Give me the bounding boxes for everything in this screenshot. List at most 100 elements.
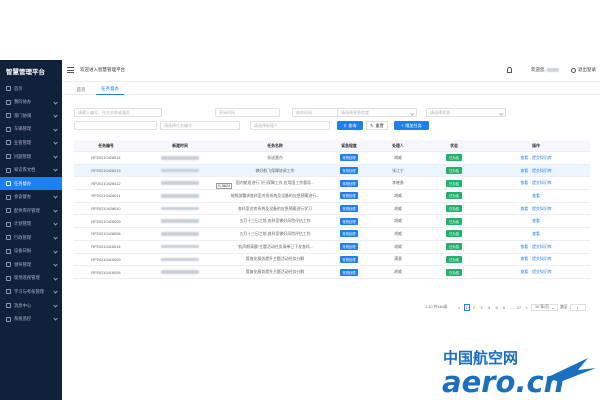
submit-knowledge-link[interactable]: 提交知识库 xyxy=(532,206,551,212)
cell-task-code: RP20210428011 xyxy=(91,193,121,199)
menu-item-icon xyxy=(6,248,11,254)
redacted-date xyxy=(161,168,199,173)
table-row[interactable]: RP20210416009 管复化服务提升主题活动任务分解 常规处理 满意 已办结 查看提… xyxy=(74,254,590,267)
sidebar-item-label: 问题管理 xyxy=(14,153,32,159)
menu-toggle-icon[interactable] xyxy=(67,67,74,73)
urgency-select[interactable]: 请选择紧急程度 xyxy=(337,108,417,117)
view-link[interactable]: 查看 xyxy=(520,256,528,262)
svg-text:aero.cn: aero.cn xyxy=(442,365,564,399)
submit-knowledge-link[interactable]: 提交知识库 xyxy=(532,269,551,275)
search-icon: ⚲ xyxy=(343,123,347,128)
table-row[interactable]: RP20210416008 管复化服务提升主题活动任务分解 常规处理 胡威 已办结 查看提… xyxy=(74,266,590,279)
sidebar-item[interactable]: 知识库文档 xyxy=(0,163,62,177)
table-row[interactable]: RP20210428013 做好航飞保障协调工作 常规处理 张江宁 已办结 查看 提交知识库 xyxy=(74,164,590,178)
bell-icon[interactable] xyxy=(507,67,512,73)
page-number[interactable]: 6 xyxy=(501,304,507,311)
task-code-select[interactable]: 请选择任务编号 xyxy=(160,121,240,130)
cell-created-time xyxy=(138,165,222,177)
reset-button[interactable]: ↻ 重置 xyxy=(366,121,388,130)
sidebar-item-label: 部门协调 xyxy=(14,112,32,118)
page-number[interactable]: 3 xyxy=(479,304,485,311)
sidebar-item[interactable]: 设备日报 xyxy=(0,245,62,259)
table-row[interactable]: RP20210428011 按照部署求各科室对各系统及设备的应急预案进行... 常规… xyxy=(74,190,590,203)
start-time-picker[interactable]: 开始时间 xyxy=(215,108,280,117)
sidebar-item[interactable]: 领导管理 xyxy=(0,258,62,272)
cell-task-code: RP20210428013 xyxy=(91,168,121,174)
prev-page-button[interactable]: < xyxy=(456,304,462,311)
menu-item-icon xyxy=(6,262,11,268)
menu-item-icon xyxy=(6,140,11,146)
status-badge: 已办结 xyxy=(446,192,462,200)
table-row[interactable]: RP20210428009 五月十三日之前,各科室做好风险评估工作 常规处理 胡威 已办… xyxy=(74,215,590,229)
goto-page-input[interactable]: 1 xyxy=(569,304,586,311)
handler-placeholder: 请选择处理人 xyxy=(254,122,278,128)
tab-home[interactable]: 首页 xyxy=(71,84,91,95)
cell-status: 已办结 xyxy=(426,266,482,278)
view-link[interactable]: 查看 xyxy=(532,193,540,199)
cell-created-time xyxy=(138,190,222,202)
page-size-select[interactable]: 10 条/页 ⌄ xyxy=(531,304,559,311)
sidebar-item[interactable]: 消息中心 xyxy=(0,299,62,313)
page-number[interactable]: 1 xyxy=(463,304,470,311)
field-blank[interactable] xyxy=(74,121,157,130)
view-link[interactable]: 查看 xyxy=(520,180,528,186)
table-row[interactable]: RP20210416014 "机声朗清晨"主题活动任务清单已下发各科... 常规处理… xyxy=(74,241,590,254)
page-number[interactable]: 2 xyxy=(471,304,477,311)
page-number[interactable]: 5 xyxy=(494,304,500,311)
table-row[interactable]: RP20210428008 五月十三日之前,各科室做好风险评估工作 常规处理 胡威 已办… xyxy=(74,228,590,241)
sidebar-item[interactable]: 行政管理 xyxy=(0,231,62,245)
submit-knowledge-link[interactable]: 提交知识库 xyxy=(532,155,551,161)
submit-knowledge-link[interactable]: 提交知识库 xyxy=(532,168,551,174)
sidebar-item[interactable]: 学习与考核管理 xyxy=(0,285,62,299)
status-badge: 已办结 xyxy=(446,179,462,187)
cell-urgency: 常规处理 xyxy=(328,266,370,278)
add-task-button[interactable]: + 增加任务 xyxy=(394,121,429,130)
view-link[interactable]: 查看 xyxy=(520,168,528,174)
view-link[interactable]: 查看 xyxy=(520,244,528,250)
sidebar-item[interactable]: 会议督办 xyxy=(0,190,62,204)
tab-bar: 首页 任务督办 xyxy=(62,82,600,95)
next-page-button[interactable]: > xyxy=(524,304,530,311)
submit-knowledge-link[interactable]: 提交知识库 xyxy=(532,256,551,262)
page-number[interactable]: ... xyxy=(509,304,515,311)
view-link[interactable]: 查看 xyxy=(520,155,528,161)
submit-knowledge-link[interactable]: 提交知识库 xyxy=(532,180,551,186)
sidebar-item[interactable]: 任务督办 xyxy=(0,176,62,191)
sidebar-item[interactable]: 问题管理 xyxy=(0,150,62,164)
sidebar-item[interactable]: 配件库存管理 xyxy=(0,204,62,218)
table-row[interactable]: RP20210428014 伴送督办 常规处理 胡威 已办结 查看 提交知识库 xyxy=(74,152,590,165)
page-number[interactable]: 4 xyxy=(486,304,492,311)
keyword-input[interactable]: 请输入编号、任务名称或督办 xyxy=(74,108,162,117)
sidebar-item[interactable]: 系统监控 xyxy=(0,312,62,326)
table-row[interactable]: RP20210428012 国内航班进行飞行保障工作,应用国工作督导... 常规处理… xyxy=(74,177,590,191)
reset-button-label: 重置 xyxy=(375,122,384,128)
end-time-picker[interactable]: 结束时间 xyxy=(292,108,338,117)
page-number[interactable]: 17 xyxy=(516,304,522,311)
sidebar-item[interactable]: 车辆管理 xyxy=(0,123,62,137)
sidebar-item[interactable]: 计划管理 xyxy=(0,217,62,231)
status-select[interactable]: 请选择状态 xyxy=(426,108,506,117)
sidebar-item[interactable]: 首页 xyxy=(0,82,62,96)
sidebar-item[interactable]: 现场巡视管理 xyxy=(0,272,62,286)
menu-item-icon xyxy=(6,221,11,227)
view-link[interactable]: 查看 xyxy=(520,269,528,275)
app-window: 智慧管理平台 首页 我的协办 部门协调 车辆管理 业管管理 问题管理 知识库文档 任务督办 会议… xyxy=(0,0,600,400)
sidebar-item[interactable]: 业管管理 xyxy=(0,136,62,150)
cell-created-time xyxy=(138,266,222,278)
cell-actions: 查看 xyxy=(482,215,590,227)
view-link[interactable]: 查看 xyxy=(532,218,540,224)
view-link[interactable]: 查看 xyxy=(520,206,528,212)
logout-button[interactable]: 退出登录 xyxy=(571,67,596,73)
chevron-down-icon xyxy=(498,110,503,115)
view-link[interactable]: 查看 xyxy=(532,231,540,237)
pagination: < 1 2 3 4 5 6... 17 > 10 条/页 ⌄ 跳至 1 xyxy=(456,304,588,311)
handler-select[interactable]: 请选择处理人 xyxy=(250,121,330,130)
submit-knowledge-link[interactable]: 提交知识库 xyxy=(532,244,551,250)
sidebar-item[interactable]: 部门协调 xyxy=(0,109,62,123)
tab-task-supervision[interactable]: 任务督办 xyxy=(96,84,124,95)
hover-tooltip: S-5624 xyxy=(216,183,233,189)
table-row[interactable]: RP20210428010 各科室对各系统及设备的应急预案进行学习 常规处理 胡威 已办… xyxy=(74,203,590,216)
chevron-down-icon xyxy=(53,167,58,172)
search-button[interactable]: ⚲ 查询 xyxy=(337,121,363,130)
sidebar-item[interactable]: 我的协办 xyxy=(0,96,62,110)
